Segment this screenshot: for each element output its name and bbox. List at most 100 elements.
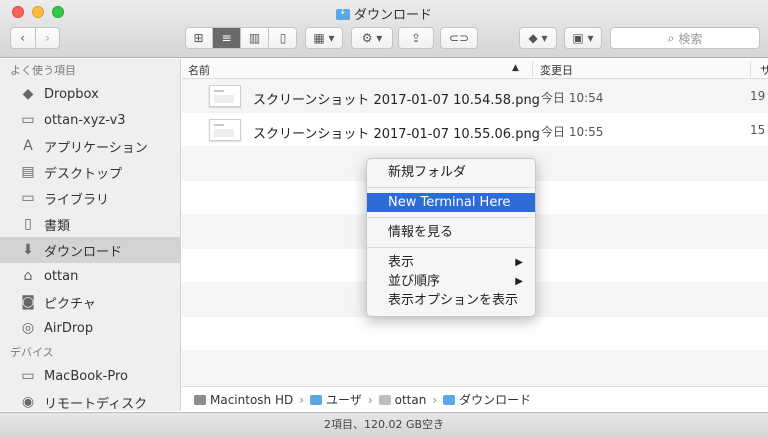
icon-view-button[interactable]: ⊞ xyxy=(186,28,213,48)
terminal-icon: ▣ ▾ xyxy=(572,31,594,45)
status-bar: 2項目、120.02 GB空き xyxy=(0,412,768,437)
terminal-button[interactable]: ▣ ▾ xyxy=(564,27,602,49)
chevron-right-icon: › xyxy=(432,392,438,407)
sidebar-section-favorites: よく使う項目 xyxy=(10,64,76,77)
folder-icon: ▭ xyxy=(21,112,35,128)
path-segment-home[interactable]: ottan xyxy=(395,393,427,407)
search-field[interactable]: ⌕ 検索 xyxy=(610,27,760,49)
list-view-icon: ≡ xyxy=(221,31,232,45)
sidebar-item-downloads[interactable]: ⬇ ダウンロード xyxy=(0,237,180,263)
menu-item-new-terminal-here[interactable]: New Terminal Here xyxy=(367,193,535,212)
disc-icon: ◉ xyxy=(21,394,35,410)
column-header-modified[interactable]: 変更日 xyxy=(540,62,573,78)
column-divider[interactable] xyxy=(532,61,533,77)
file-thumbnail xyxy=(209,85,241,107)
desktop-icon: ▤ xyxy=(21,164,35,180)
path-segment-macintosh-hd[interactable]: Macintosh HD xyxy=(210,393,293,407)
arrange-icon: ▦ ▾ xyxy=(313,31,335,45)
submenu-arrow-icon: ▶ xyxy=(515,276,523,287)
dropbox-button[interactable]: ◆ ▾ xyxy=(519,27,557,49)
window-title: ダウンロード xyxy=(0,4,768,23)
column-view-button[interactable]: ▥ xyxy=(241,28,269,48)
menu-divider xyxy=(367,187,535,188)
file-size: 15 xyxy=(750,123,766,137)
documents-icon: ▯ xyxy=(24,216,32,232)
downloads-folder-icon xyxy=(335,7,350,20)
laptop-icon: ▭ xyxy=(21,368,35,384)
search-placeholder: 検索 xyxy=(678,31,703,46)
folder-icon: ▭ xyxy=(21,190,35,206)
sidebar-item-documents[interactable]: ▯ 書類 xyxy=(0,211,180,237)
menu-item-sort-by-label: 並び順序 xyxy=(388,274,441,289)
path-segment-downloads[interactable]: ダウンロード xyxy=(459,391,531,408)
hard-drive-icon xyxy=(194,394,206,405)
sidebar-item-ottan-xyz-v3[interactable]: ▭ ottan-xyz-v3 xyxy=(0,107,180,133)
action-button[interactable]: ⚙ ▾ xyxy=(351,27,393,49)
chevron-left-icon: ‹ xyxy=(20,31,25,45)
submenu-arrow-icon: ▶ xyxy=(515,257,523,268)
path-segment-users[interactable]: ユーザ xyxy=(326,391,362,408)
search-icon: ⌕ xyxy=(667,30,675,45)
dropbox-icon: ◆ ▾ xyxy=(528,31,548,45)
file-thumbnail xyxy=(209,119,241,141)
gear-icon: ⚙ ▾ xyxy=(361,31,383,45)
icon-view-icon: ⊞ xyxy=(193,31,204,45)
menu-item-sort-by[interactable]: 並び順序 ▶ xyxy=(367,272,535,291)
file-row[interactable]: スクリーンショット 2017-01-07 10.54.58.png 今日 10:… xyxy=(182,79,768,113)
share-button[interactable]: ⇪ xyxy=(398,27,434,49)
menu-item-view[interactable]: 表示 ▶ xyxy=(367,253,535,272)
column-header-size[interactable]: サ xyxy=(760,62,768,78)
menu-item-show-view-options[interactable]: 表示オプションを表示 xyxy=(367,291,535,310)
menu-item-get-info[interactable]: 情報を見る xyxy=(367,223,535,242)
sidebar-item-dropbox[interactable]: ◆ Dropbox xyxy=(0,81,180,107)
chevron-right-icon: › xyxy=(45,31,50,45)
chevron-right-icon: › xyxy=(367,392,373,407)
empty-row xyxy=(182,317,768,351)
sidebar-item-applications[interactable]: A アプリケーション xyxy=(0,133,180,159)
column-header-row: 名前 ▲ 変更日 サ xyxy=(182,59,768,79)
file-size: 19 xyxy=(750,89,766,103)
downloads-icon: ⬇ xyxy=(22,242,34,258)
list-view-button[interactable]: ≡ xyxy=(213,28,241,48)
coverflow-view-button[interactable]: ▯ xyxy=(269,28,296,48)
back-button[interactable]: ‹ xyxy=(11,27,36,49)
column-header-name[interactable]: 名前 xyxy=(188,62,210,78)
menu-divider xyxy=(367,247,535,248)
coverflow-view-icon: ▯ xyxy=(279,31,287,45)
sidebar-section-devices: デバイス xyxy=(10,346,54,359)
applications-icon: A xyxy=(23,138,33,154)
column-divider[interactable] xyxy=(750,61,751,77)
titlebar: ダウンロード ‹ › ⊞ ≡ ▥ ▯ ▦ ▾ ⚙ ▾ ⇪ ⊂⊃ ◆ ▾ ▣ ▾ … xyxy=(0,0,768,58)
tag-icon: ⊂⊃ xyxy=(448,31,470,45)
context-menu: 新規フォルダ New Terminal Here 情報を見る 表示 ▶ 並び順序… xyxy=(366,158,536,317)
folder-icon xyxy=(310,394,323,405)
sidebar-item-airdrop[interactable]: ◎ AirDrop xyxy=(0,315,180,341)
file-row[interactable]: スクリーンショット 2017-01-07 10.55.06.png 今日 10:… xyxy=(182,113,768,147)
sidebar-item-library[interactable]: ▭ ライブラリ xyxy=(0,185,180,211)
arrange-button[interactable]: ▦ ▾ xyxy=(305,27,343,49)
menu-divider xyxy=(367,217,535,218)
sidebar-item-desktop[interactable]: ▤ デスクトップ xyxy=(0,159,180,185)
sidebar-item-remote-disc[interactable]: ◉ リモートディスク xyxy=(0,389,180,411)
sidebar-item-pictures[interactable]: ◙ ピクチャ xyxy=(0,289,180,315)
file-modified: 今日 10:54 xyxy=(541,91,604,105)
sidebar-item-macbook-pro[interactable]: ▭ MacBook-Pro xyxy=(0,363,180,389)
sort-indicator-icon: ▲ xyxy=(512,63,519,73)
forward-button[interactable]: › xyxy=(36,27,60,49)
menu-item-view-label: 表示 xyxy=(388,255,415,270)
sidebar: よく使う項目 ◆ Dropbox ▭ ottan-xyz-v3 A アプリケーション … xyxy=(0,59,181,411)
file-name: スクリーンショット 2017-01-07 10.54.58.png xyxy=(253,93,540,108)
airdrop-icon: ◎ xyxy=(21,320,35,336)
empty-row xyxy=(182,351,768,385)
back-forward-control: ‹ › xyxy=(10,27,60,49)
home-icon: ⌂ xyxy=(23,268,33,284)
camera-icon: ◙ xyxy=(21,294,35,310)
dropbox-icon: ◆ xyxy=(22,86,34,102)
file-modified: 今日 10:55 xyxy=(541,125,604,139)
share-icon: ⇪ xyxy=(410,31,422,45)
finder-window: ダウンロード ‹ › ⊞ ≡ ▥ ▯ ▦ ▾ ⚙ ▾ ⇪ ⊂⊃ ◆ ▾ ▣ ▾ … xyxy=(0,0,768,437)
tags-button[interactable]: ⊂⊃ xyxy=(440,27,478,49)
sidebar-item-home[interactable]: ⌂ ottan xyxy=(0,263,180,289)
menu-item-new-folder[interactable]: 新規フォルダ xyxy=(367,163,535,182)
home-icon xyxy=(378,394,391,405)
